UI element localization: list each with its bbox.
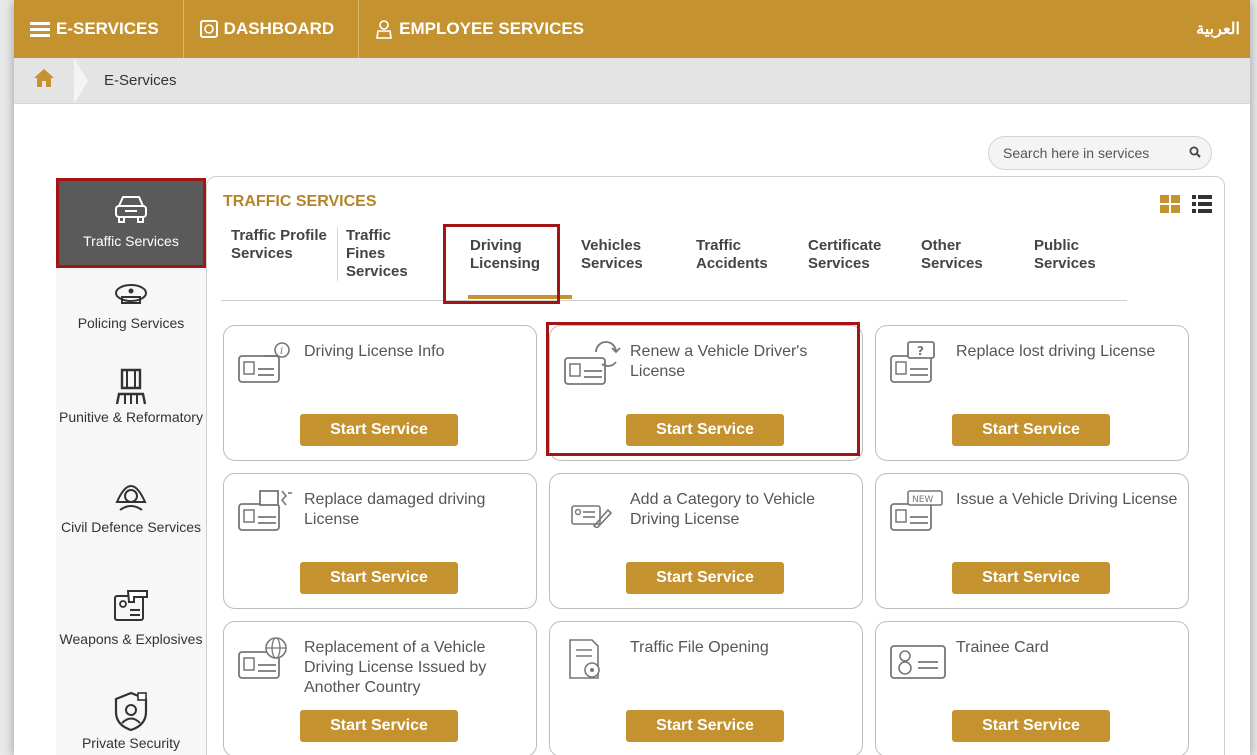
sidebar-item-weapons-explosives[interactable]: Weapons & Explosives — [56, 588, 206, 648]
prison-icon — [56, 366, 206, 406]
fireman-icon — [56, 474, 206, 512]
start-service-button[interactable]: Start Service — [300, 414, 458, 446]
card-title: Trainee Card — [956, 639, 1049, 656]
service-category-sidebar: Traffic Services Policing Services Punit… — [56, 178, 206, 755]
employee-icon — [375, 19, 393, 39]
license-new-icon: NEW — [888, 488, 952, 539]
card-title: Replace lost driving License — [956, 343, 1156, 360]
sidebar-item-label: Policing Services — [77, 315, 185, 331]
weapon-license-icon — [56, 588, 206, 626]
panel-title: TRAFFIC SERVICES — [223, 193, 377, 210]
start-service-button[interactable]: Start Service — [626, 710, 784, 742]
services-panel: TRAFFIC SERVICES Traffic Profile Service… — [206, 176, 1225, 755]
start-service-button[interactable]: Start Service — [952, 562, 1110, 594]
license-damaged-icon — [236, 488, 300, 539]
service-card-replace-damaged-license: Replace damaged driving License Start Se… — [223, 473, 537, 609]
employee-services-menu[interactable]: EMPLOYEE SERVICES — [375, 0, 608, 58]
highlight-box-card — [546, 322, 860, 456]
svg-text:?: ? — [917, 344, 924, 358]
start-service-button[interactable]: Start Service — [952, 710, 1110, 742]
dashboard-menu[interactable]: DASHBOARD — [199, 0, 359, 58]
hamburger-icon — [30, 21, 50, 37]
sidebar-item-traffic-services[interactable]: Traffic Services — [56, 178, 206, 268]
start-service-button[interactable]: Start Service — [626, 562, 784, 594]
start-service-button[interactable]: Start Service — [952, 414, 1110, 446]
police-cap-icon — [56, 280, 206, 308]
eservices-label: E-SERVICES — [56, 19, 159, 38]
divider — [182, 0, 184, 58]
home-icon — [33, 68, 55, 93]
car-icon — [56, 192, 206, 226]
search-input[interactable]: Search here in services — [988, 136, 1212, 170]
sidebar-item-label: Weapons & Explosives — [59, 631, 203, 647]
sidebar-item-private-security[interactable]: Private Security — [56, 690, 206, 752]
sidebar-item-civil-defence[interactable]: Civil Defence Services — [56, 474, 206, 536]
trainee-card-icon — [888, 636, 952, 687]
service-card-add-category: Add a Category to Vehicle Driving Licens… — [549, 473, 863, 609]
card-title: Add a Category to Vehicle Driving Licens… — [630, 491, 816, 528]
tab-traffic-fines-services[interactable]: Traffic Fines Services — [337, 227, 427, 281]
card-title: Replacement of a Vehicle Driving License… — [304, 639, 487, 696]
search-placeholder: Search here in services — [1003, 145, 1150, 161]
language-switch[interactable]: العربية — [1196, 0, 1240, 58]
license-info-icon: i — [236, 340, 296, 389]
start-service-button[interactable]: Start Service — [300, 562, 458, 594]
traffic-file-icon — [562, 636, 618, 689]
tab-traffic-profile-services[interactable]: Traffic Profile Services — [231, 227, 327, 263]
security-guard-icon — [56, 690, 206, 732]
license-globe-icon — [236, 636, 300, 687]
service-card-issue-license: NEW Issue a Vehicle Driving License Star… — [875, 473, 1189, 609]
breadcrumb-current: E-Services — [104, 72, 177, 89]
view-toggle — [1160, 195, 1212, 218]
sidebar-item-label: Traffic Services — [83, 233, 179, 249]
eservices-menu[interactable]: E-SERVICES — [30, 0, 183, 58]
sidebar-item-label: Private Security — [81, 735, 181, 751]
home-link[interactable] — [14, 57, 88, 104]
grid-view-icon[interactable] — [1160, 195, 1180, 218]
highlight-box-tab — [443, 224, 560, 304]
sidebar-item-label: Civil Defence Services — [60, 519, 202, 535]
tab-certificate-services[interactable]: Certificate Services — [808, 237, 908, 273]
start-service-button[interactable]: Start Service — [300, 710, 458, 742]
card-title: Issue a Vehicle Driving License — [956, 491, 1178, 508]
service-card-foreign-license-replacement: Replacement of a Vehicle Driving License… — [223, 621, 537, 755]
service-tabs: Traffic Profile Services Traffic Fines S… — [221, 227, 1127, 301]
search-icon[interactable] — [1189, 145, 1201, 161]
license-lost-icon: ? — [888, 340, 952, 391]
sidebar-item-label: Punitive & Reformatory — [59, 409, 203, 425]
service-card-replace-lost-license: ? Replace lost driving License Start Ser… — [875, 325, 1189, 461]
top-navbar: E-SERVICES DASHBOARD EMPLOYEE SERVICES ا… — [14, 0, 1250, 58]
card-title: Traffic File Opening — [630, 639, 769, 656]
card-title: Replace damaged driving License — [304, 491, 486, 528]
divider — [358, 0, 360, 58]
dashboard-icon — [199, 20, 218, 38]
app-frame: E-SERVICES DASHBOARD EMPLOYEE SERVICES ا… — [14, 0, 1250, 755]
card-title: Driving License Info — [304, 343, 445, 360]
tab-traffic-accidents[interactable]: Traffic Accidents — [696, 237, 792, 273]
employee-services-label: EMPLOYEE SERVICES — [399, 19, 585, 38]
service-card-traffic-file-opening: Traffic File Opening Start Service — [549, 621, 863, 755]
svg-text:i: i — [280, 346, 283, 357]
service-card-trainee-card: Trainee Card Start Service — [875, 621, 1189, 755]
breadcrumb: E-Services — [14, 57, 1250, 104]
svg-text:NEW: NEW — [912, 495, 933, 505]
tab-other-services[interactable]: Other Services — [921, 237, 1011, 273]
list-view-icon[interactable] — [1192, 195, 1212, 218]
dashboard-label: DASHBOARD — [223, 19, 335, 38]
sidebar-item-punitive-reformatory[interactable]: Punitive & Reformatory — [56, 366, 206, 426]
sidebar-item-policing-services[interactable]: Policing Services — [56, 280, 206, 332]
service-card-driving-license-info: i Driving License Info Start Service — [223, 325, 537, 461]
tab-vehicles-services[interactable]: Vehicles Services — [581, 237, 671, 273]
tab-public-services[interactable]: Public Services — [1034, 237, 1124, 273]
chevron-right-icon — [74, 57, 88, 104]
license-add-icon — [562, 488, 622, 533]
